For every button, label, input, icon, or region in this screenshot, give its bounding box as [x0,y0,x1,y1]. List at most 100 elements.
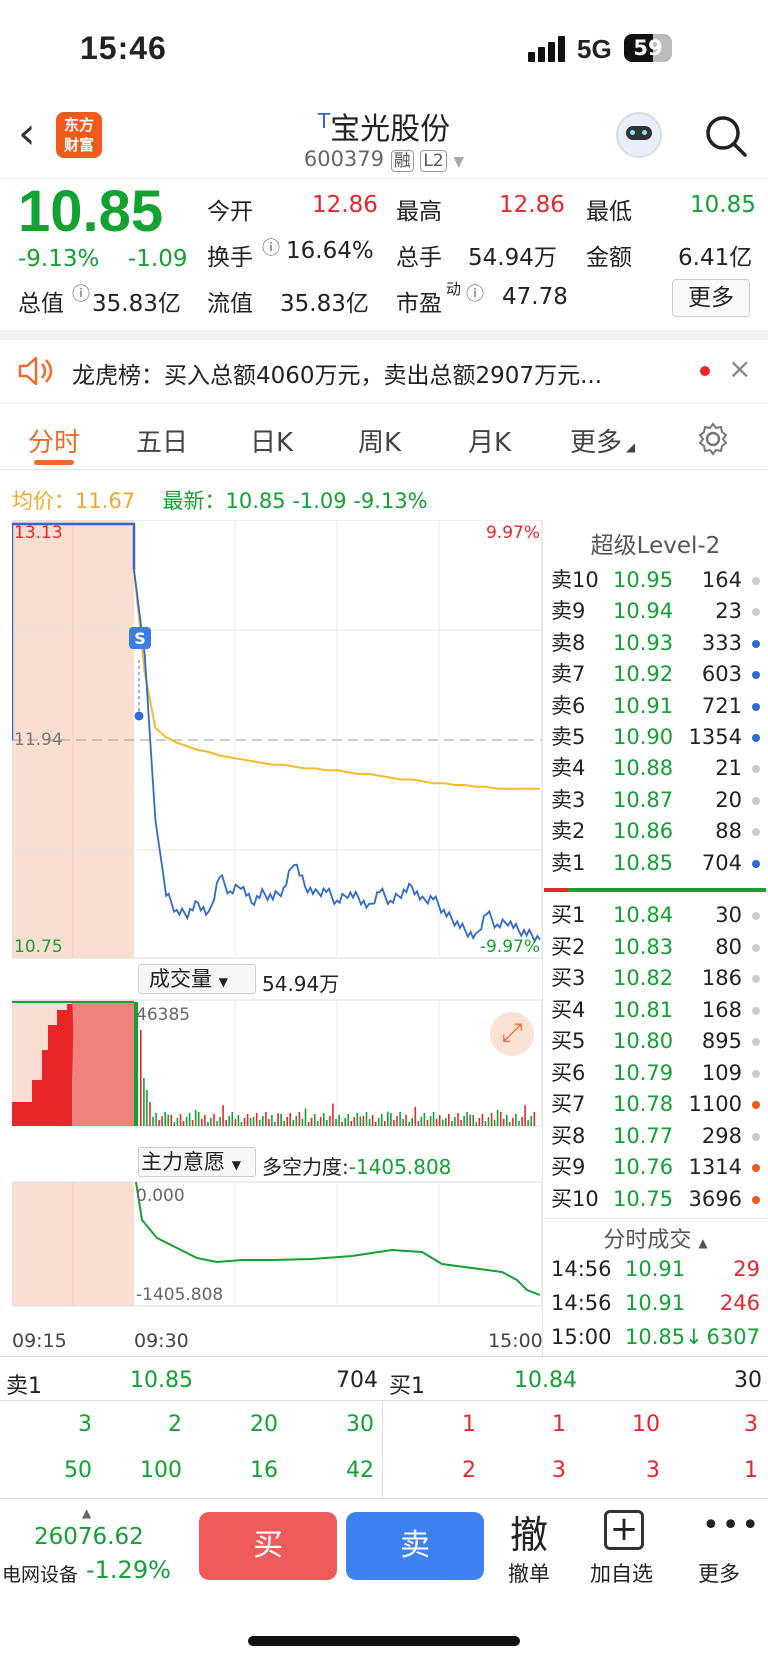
volume-bar [319,1117,322,1126]
status-dot [752,1069,760,1078]
orderbook-title[interactable]: 超级Level-2 [543,526,768,560]
tick-volume: 29 [733,1257,760,1281]
settings-gear-icon[interactable] [696,422,730,456]
volume-bar [487,1117,490,1126]
volume-bar [359,1116,362,1126]
asks-row[interactable]: 卖7 10.92 603 [543,659,768,690]
volume-bar [417,1121,420,1126]
sell-button[interactable]: 卖 [346,1512,484,1580]
info-icon[interactable]: ⓘ [72,280,90,306]
level-label: 卖8 [551,630,586,655]
asks-row[interactable]: 卖5 10.90 1354 [543,722,768,753]
footer-more-label[interactable]: 更多 [698,1558,740,1588]
bids-row[interactable]: 买5 10.80 895 [543,1026,768,1057]
clock: 15:46 [80,30,167,66]
assistant-avatar[interactable] [616,112,662,158]
index-name[interactable]: 电网设备 [2,1560,78,1587]
volume-bar [496,1110,499,1126]
add-watchlist-icon[interactable]: + [604,1510,644,1550]
tick-price: 10.91 [625,1257,686,1281]
more-button[interactable]: 更多 [672,279,750,317]
volume-bar [228,1116,230,1126]
asks-row[interactable]: 卖9 10.94 23 [543,596,768,627]
expand-icon[interactable]: ⤢ [490,1012,534,1056]
queue-sell-cell: 2 [168,1412,182,1437]
bids-row[interactable]: 买1 10.84 30 [543,900,768,931]
tab-weekly[interactable]: 周K [358,422,401,459]
low-label: 最低 [586,199,632,225]
flow-bottom: -1405.808 [136,1285,223,1305]
tick-volume: 246 [719,1291,760,1315]
bids-row[interactable]: 买8 10.77 298 [543,1121,768,1152]
tab-monthly[interactable]: 月K [468,422,511,459]
y-axis-bottom: 10.75 [14,937,63,957]
info-icon[interactable]: ⓘ [466,280,484,306]
search-icon[interactable] [704,114,748,158]
index-value[interactable]: 26076.62 [34,1524,144,1550]
volume-bar [472,1115,474,1126]
asks-row[interactable]: 卖4 10.88 21 [543,753,768,784]
volume-bar [225,1120,227,1126]
buy-button[interactable]: 买 [199,1512,337,1580]
bids-row[interactable]: 买3 10.82 186 [543,963,768,994]
high-label: 最高 [396,199,442,225]
tick-time: 14:56 [551,1291,612,1315]
volume-bar [310,1118,313,1126]
intraday-chart[interactable]: S 13.13 11.94 10.75 9.97% -9.97% 46385 0… [12,520,542,1320]
level-volume: 721 [701,693,742,718]
volume-bar [435,1119,438,1126]
index-pct[interactable]: -1.29% [86,1556,171,1584]
chevron-down-icon: ▼ [453,154,465,170]
tab-daily[interactable]: 日K [250,422,293,459]
volume-bar [493,1120,496,1126]
news-banner[interactable]: 龙虎榜：买入总额4060万元，卖出总额2907万元... × [0,338,768,402]
add-watchlist-label[interactable]: 加自选 [590,1558,653,1588]
bids-row[interactable]: 买9 10.76 1314 [543,1152,768,1183]
volume-bar [438,1115,441,1126]
cancel-icon[interactable]: 撤 [510,1504,548,1559]
volume-bar [423,1113,426,1126]
info-icon[interactable]: ⓘ [262,234,280,260]
mcap-label: 总值 [18,291,64,317]
ticks-title[interactable]: 分时成交 ▲ [543,1222,768,1254]
tab-intraday[interactable]: 分时 [28,422,80,459]
asks-row[interactable]: 卖2 10.86 88 [543,816,768,847]
asks-row[interactable]: 卖1 10.85 704 [543,848,768,879]
bids-row[interactable]: 买7 10.78 1100 [543,1089,768,1120]
asks-row[interactable]: 卖6 10.91 721 [543,691,768,722]
tick-price: 10.91 [625,1291,686,1315]
queue-buy-vol: 30 [734,1368,762,1393]
speaker-icon [18,356,53,386]
bids-row[interactable]: 买4 10.81 168 [543,995,768,1026]
level-label: 卖10 [551,568,599,592]
asks-row[interactable]: 卖10 10.95 164 [543,565,768,596]
volume-bar [176,1118,179,1126]
level-label: 卖1 [551,850,586,875]
volume-bar [197,1112,200,1126]
level-price: 10.87 [613,787,674,812]
indicator-select-flow[interactable]: 主力意愿 ▼ [138,1147,256,1177]
tab-five-day[interactable]: 五日 [136,422,188,459]
bids-row[interactable]: 买2 10.83 80 [543,932,768,963]
volume-bar [286,1117,288,1126]
status-dot [752,608,760,617]
volume-bar [179,1114,182,1126]
level-volume: 298 [701,1123,742,1148]
float-label: 流值 [207,291,253,317]
bids-row[interactable]: 买10 10.75 3696 [543,1184,768,1215]
cancel-label[interactable]: 撤单 [508,1558,550,1588]
close-icon[interactable]: × [728,352,751,385]
tab-more[interactable]: 更多 ◢ [570,422,635,459]
volume-bar [387,1111,389,1126]
float-value: 35.83亿 [280,291,369,317]
more-dots-icon[interactable]: ••• [702,1508,761,1543]
level-label: 买8 [551,1123,586,1148]
volume-bar [158,1120,160,1126]
indicator-select-volume[interactable]: 成交量 ▼ [138,964,256,994]
asks-row[interactable]: 卖8 10.93 333 [543,628,768,659]
volume-bar [167,1114,169,1126]
status-bar: 15:46 5G 59 [0,0,768,100]
bids-row[interactable]: 买6 10.79 109 [543,1058,768,1089]
asks-row[interactable]: 卖3 10.87 20 [543,785,768,816]
volume-bar [173,1122,176,1126]
